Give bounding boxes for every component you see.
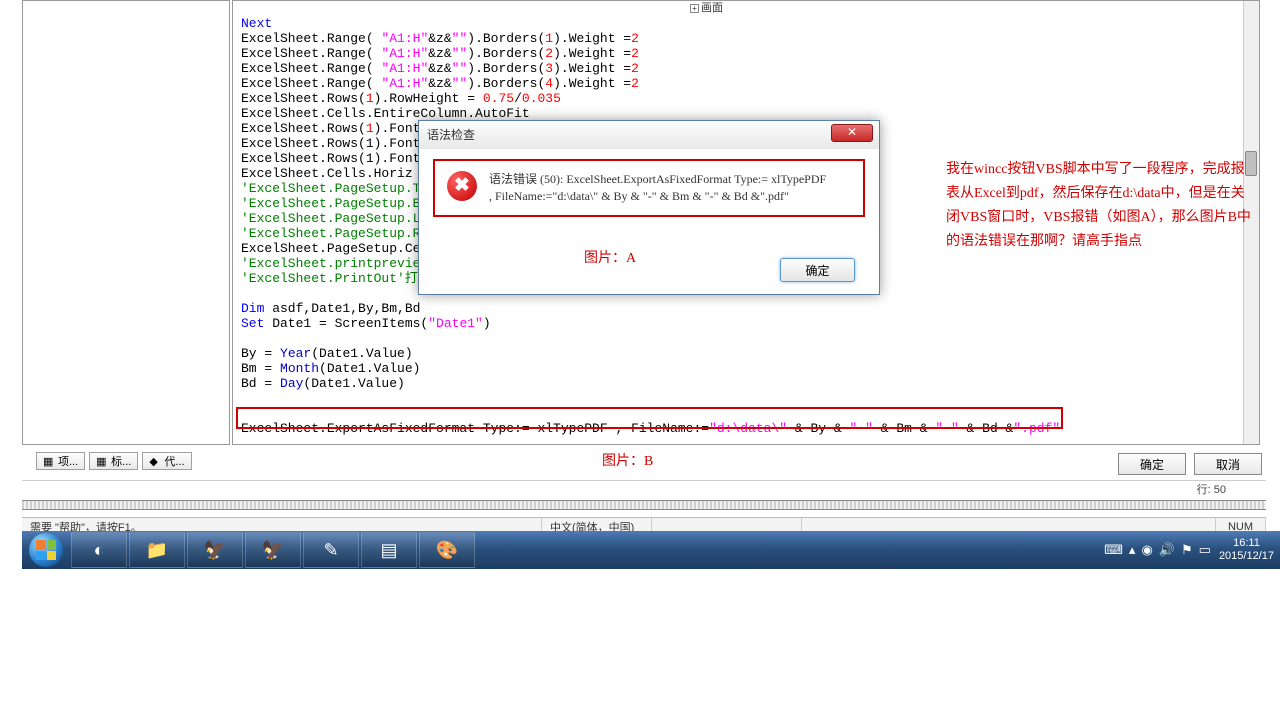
label-icon: ▦ <box>96 455 108 467</box>
tray-up-icon[interactable]: ▴ <box>1129 542 1136 558</box>
project-icon: ▦ <box>43 455 55 467</box>
taskbar-item-6[interactable]: ▤ <box>361 532 417 568</box>
start-button[interactable] <box>22 531 70 569</box>
caption-a: 图片：A <box>584 247 636 267</box>
tray-icon-3[interactable]: ◉ <box>1141 542 1152 558</box>
dialog-message-box: ✖ 语法错误 (50): ExcelSheet.ExportAsFixedFor… <box>433 159 865 217</box>
line-bd: Bd = Day(Date1.Value) <box>241 376 405 391</box>
line-center: ExcelSheet.PageSetup.Cer <box>241 241 428 256</box>
taskbar-item-explorer[interactable]: 📁 <box>129 532 185 568</box>
tab-label[interactable]: ▦标... <box>89 452 138 470</box>
code-icon: ◆ <box>149 455 161 467</box>
line-autofit: ExcelSheet.Cells.EntireColumn.AutoFit <box>241 106 530 121</box>
editor-footer: 确定 取消 <box>1118 453 1262 475</box>
editor-ok-button[interactable]: 确定 <box>1118 453 1186 475</box>
line-border4: ExcelSheet.Range( "A1:H"&z&"").Borders(4… <box>241 76 639 91</box>
line-printout: 'ExcelSheet.PrintOut'打印 <box>241 271 431 286</box>
line-font3: ExcelSheet.Rows(1).Font. <box>241 151 428 166</box>
line-ps4: 'ExcelSheet.PageSetup.Ri <box>241 226 428 241</box>
line-border1: ExcelSheet.Range( "A1:H"&z&"").Borders(1… <box>241 31 639 46</box>
system-tray: ⌨ ▴ ◉ 🔊 ⚑ ▭ 16:11 2015/12/17 <box>1104 537 1280 563</box>
line-horiz: ExcelSheet.Cells.Horiz <box>241 166 413 181</box>
taskbar: ◐ 📁 🦅 🦅 ✎ ▤ 🎨 ⌨ ▴ ◉ 🔊 ⚑ ▭ 16:11 2015/12/… <box>22 531 1280 569</box>
taskbar-item-paint[interactable]: 🎨 <box>419 532 475 568</box>
line-border2: ExcelSheet.Range( "A1:H"&z&"").Borders(2… <box>241 46 639 61</box>
line-ps3: 'ExcelSheet.PageSetup.Le <box>241 211 428 226</box>
line-bm: Bm = Month(Date1.Value) <box>241 361 420 376</box>
tray-clock[interactable]: 16:11 2015/12/17 <box>1219 537 1274 563</box>
taskbar-item-3[interactable]: 🦅 <box>187 532 243 568</box>
dialog-close-button[interactable]: ✕ <box>831 124 873 142</box>
line-font2: ExcelSheet.Rows(1).Font. <box>241 136 428 151</box>
line-ps1: 'ExcelSheet.PageSetup.To <box>241 181 428 196</box>
tray-icon-6[interactable]: ▭ <box>1199 542 1211 558</box>
editor-cancel-button[interactable]: 取消 <box>1194 453 1262 475</box>
editor-status-line: 行: 50 <box>22 480 1266 498</box>
dialog-ok-button[interactable]: 确定 <box>780 258 855 282</box>
syntax-check-dialog: 语法检查 ✕ ✖ 语法错误 (50): ExcelSheet.ExportAsF… <box>418 120 880 295</box>
project-tree-panel <box>22 0 230 445</box>
highlight-box-b <box>236 407 1063 429</box>
tab-project[interactable]: ▦项... <box>36 452 85 470</box>
tray-flag-icon[interactable]: ⚑ <box>1181 542 1193 558</box>
tree-expand-icon[interactable]: + <box>690 4 699 13</box>
line-dim: Dim asdf,Date1,By,Bm,Bd <box>241 301 420 316</box>
taskbar-item-4[interactable]: 🦅 <box>245 532 301 568</box>
taskbar-item-1[interactable]: ◐ <box>71 532 127 568</box>
windows-logo-icon <box>29 533 63 567</box>
line-rowheight: ExcelSheet.Rows(1).RowHeight = 0.75/0.03… <box>241 91 561 106</box>
bottom-tabs: ▦项... ▦标... ◆代... <box>36 452 192 470</box>
dialog-message: 语法错误 (50): ExcelSheet.ExportAsFixedForma… <box>489 171 826 205</box>
line-by: By = Year(Date1.Value) <box>241 346 413 361</box>
kw-next: Next <box>241 16 272 31</box>
tray-keyboard-icon[interactable]: ⌨ <box>1104 542 1123 558</box>
tray-volume-icon[interactable]: 🔊 <box>1159 542 1175 558</box>
user-annotation: 我在wincc按钮VBS脚本中写了一段程序，完成报表从Excel到pdf，然后保… <box>946 158 1256 254</box>
error-icon: ✖ <box>447 171 477 201</box>
splitter-bar[interactable] <box>22 500 1266 510</box>
line-ps2: 'ExcelSheet.PageSetup.Bo <box>241 196 428 211</box>
tab-code[interactable]: ◆代... <box>142 452 191 470</box>
dialog-title[interactable]: 语法检查 ✕ <box>419 121 879 149</box>
caption-b: 图片：B <box>602 450 653 470</box>
taskbar-item-5[interactable]: ✎ <box>303 532 359 568</box>
doc-tree[interactable]: +画面 <box>690 2 723 15</box>
line-set: Set Date1 = ScreenItems("Date1") <box>241 316 491 331</box>
line-border3: ExcelSheet.Range( "A1:H"&z&"").Borders(3… <box>241 61 639 76</box>
line-prev: 'ExcelSheet.printpreview <box>241 256 428 271</box>
dialog-title-text: 语法检查 <box>427 128 475 142</box>
tray-icons[interactable]: ⌨ ▴ ◉ 🔊 ⚑ ▭ <box>1104 542 1211 558</box>
